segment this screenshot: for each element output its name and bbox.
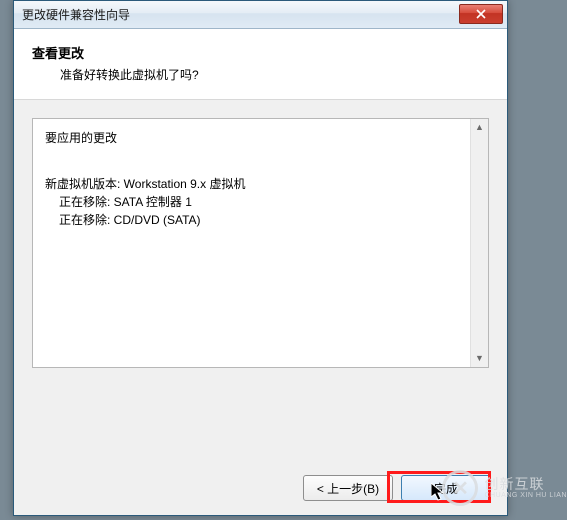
- wizard-header: 查看更改 准备好转换此虚拟机了吗?: [14, 29, 507, 100]
- wizard-dialog: 更改硬件兼容性向导 查看更改 准备好转换此虚拟机了吗? 要应用的更改 新虚拟机版…: [13, 0, 508, 516]
- changes-content: 要应用的更改 新虚拟机版本: Workstation 9.x 虚拟机 正在移除:…: [33, 119, 470, 367]
- watermark-text: 创新互联 CHUANG XIN HU LIAN: [484, 477, 567, 499]
- changes-label: 要应用的更改: [45, 129, 458, 147]
- wizard-body: 要应用的更改 新虚拟机版本: Workstation 9.x 虚拟机 正在移除:…: [14, 100, 507, 376]
- scroll-down-icon: ▼: [475, 354, 484, 363]
- watermark-logo: ✕ 创新互联 CHUANG XIN HU LIAN: [442, 468, 567, 508]
- back-button[interactable]: < 上一步(B): [303, 475, 393, 501]
- scroll-up-icon: ▲: [475, 123, 484, 132]
- window-title: 更改硬件兼容性向导: [14, 6, 130, 23]
- scrollbar[interactable]: ▲ ▼: [470, 119, 488, 367]
- watermark-cn: 创新互联: [484, 477, 567, 492]
- remove-line-2: 正在移除: CD/DVD (SATA): [45, 211, 458, 229]
- remove-line-1: 正在移除: SATA 控制器 1: [45, 193, 458, 211]
- changes-panel: 要应用的更改 新虚拟机版本: Workstation 9.x 虚拟机 正在移除:…: [32, 118, 489, 368]
- close-button[interactable]: [459, 4, 503, 24]
- header-subtitle: 准备好转换此虚拟机了吗?: [32, 66, 489, 83]
- header-title: 查看更改: [32, 43, 489, 62]
- close-icon: [476, 9, 486, 19]
- vm-version-line: 新虚拟机版本: Workstation 9.x 虚拟机: [45, 175, 458, 193]
- watermark-icon: ✕: [442, 470, 478, 506]
- watermark-pinyin: CHUANG XIN HU LIAN: [484, 492, 567, 499]
- title-bar: 更改硬件兼容性向导: [14, 1, 507, 29]
